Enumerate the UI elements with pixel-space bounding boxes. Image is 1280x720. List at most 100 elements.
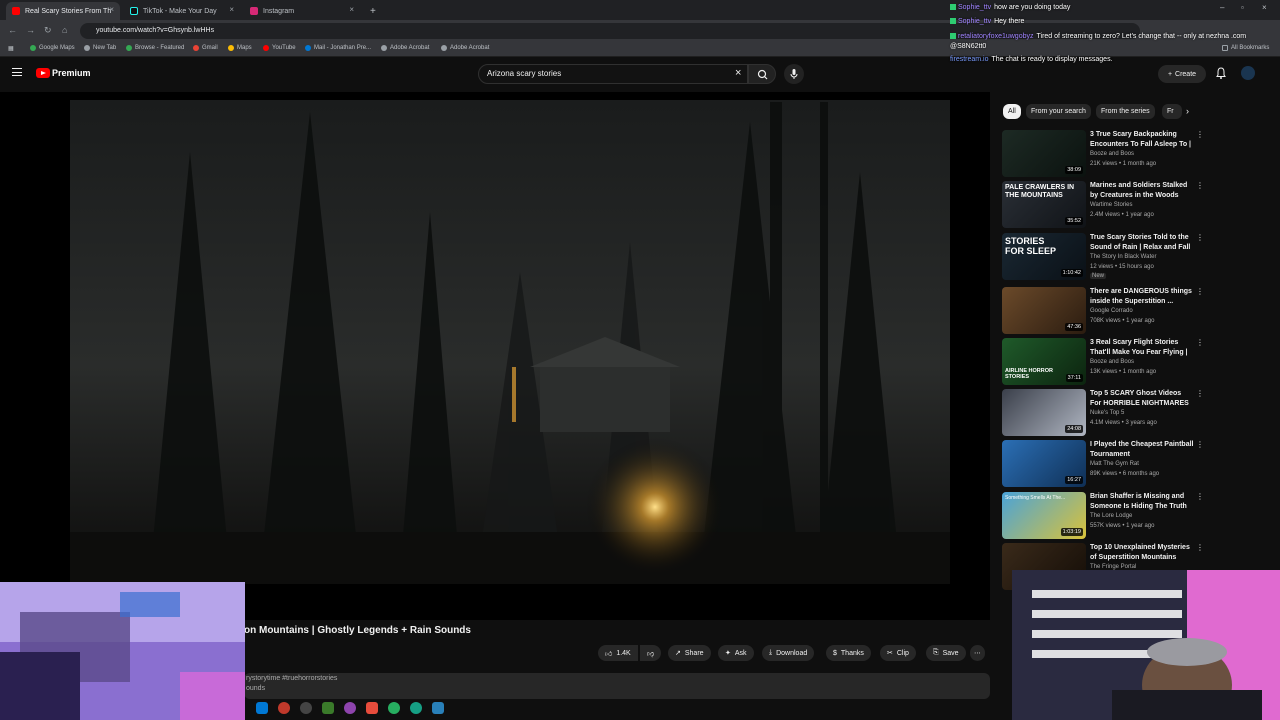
home-icon[interactable]: ⌂ [62, 25, 67, 35]
bookmark-maps[interactable]: Maps [228, 45, 252, 51]
video-title[interactable]: Top 10 Unexplained Mysteries of Supersti… [1090, 543, 1194, 562]
app-icon[interactable] [344, 702, 356, 714]
tab-close-icon[interactable]: × [349, 5, 354, 14]
thumbnail[interactable]: 24:08 [1002, 389, 1086, 436]
avatar[interactable] [1241, 66, 1255, 80]
list-item[interactable]: STORIES FOR SLEEP 1:10:42 True Scary Stor… [1002, 233, 1204, 283]
create-button[interactable]: + Create [1158, 65, 1206, 83]
more-icon[interactable]: ⋮ [1196, 492, 1204, 501]
tab-close-icon[interactable]: × [109, 5, 114, 14]
bookmark-mail[interactable]: Mail - Jonathan Pre... [305, 45, 371, 51]
youtube-logo-icon[interactable] [36, 68, 50, 78]
video-title[interactable]: Marines and Soldiers Stalked by Creature… [1090, 181, 1194, 200]
chrome-icon[interactable] [388, 702, 400, 714]
more-icon[interactable]: ⋮ [1196, 233, 1204, 242]
bell-icon[interactable] [1214, 66, 1228, 80]
list-item[interactable]: 47:36 There are DANGEROUS things inside … [1002, 287, 1204, 337]
thumbnail[interactable]: STORIES FOR SLEEP 1:10:42 [1002, 233, 1086, 280]
forward-icon[interactable]: → [26, 25, 35, 35]
list-item[interactable]: 16:27 I Played the Cheapest Paintball To… [1002, 440, 1204, 490]
thumbnail[interactable]: AIRLINE HORROR STORIES 37:11 [1002, 338, 1086, 385]
app-icon[interactable] [366, 702, 378, 714]
media-player-icon[interactable] [300, 702, 312, 714]
search-input[interactable]: Arizona scary stories × [478, 64, 748, 84]
back-icon[interactable]: ← [8, 25, 17, 35]
description-box[interactable] [244, 673, 990, 699]
more-icon[interactable]: ⋮ [1196, 543, 1204, 552]
list-item[interactable]: AIRLINE HORROR STORIES 37:11 3 Real Scary… [1002, 338, 1204, 388]
maximize-icon[interactable]: ▫ [1241, 3, 1244, 12]
more-icon[interactable]: ⋮ [1196, 389, 1204, 398]
channel-name[interactable]: Booze and Boos [1090, 359, 1134, 365]
tab-youtube[interactable]: Real Scary Stories From Th × [6, 2, 120, 20]
chip-from-your-search[interactable]: From your search [1026, 104, 1091, 119]
video-title[interactable]: 3 True Scary Backpacking Encounters To F… [1090, 130, 1194, 149]
app-icon[interactable] [410, 702, 422, 714]
channel-name[interactable]: Wartime Stories [1090, 202, 1132, 208]
more-icon[interactable]: ⋮ [1196, 287, 1204, 296]
chip-more[interactable]: Fr [1162, 104, 1182, 119]
list-item[interactable]: 38:09 3 True Scary Backpacking Encounter… [1002, 130, 1204, 180]
minimize-icon[interactable]: – [1220, 3, 1224, 12]
more-icon[interactable]: ⋮ [1196, 338, 1204, 347]
list-item[interactable]: PALE CRAWLERS IN THE MOUNTAINS 35:52 Mari… [1002, 181, 1204, 231]
ask-button[interactable]: ✦ Ask [718, 645, 754, 661]
dislike-button[interactable]: 👎︎ [640, 645, 662, 661]
clear-search-icon[interactable]: × [735, 67, 741, 79]
thumbnail[interactable]: 38:09 [1002, 130, 1086, 177]
tab-instagram[interactable]: Instagram × [244, 2, 360, 20]
refresh-icon[interactable]: ↻ [44, 25, 52, 36]
thanks-button[interactable]: $ Thanks [826, 645, 871, 661]
app-icon[interactable] [278, 702, 290, 714]
video-title[interactable]: There are DANGEROUS things inside the Su… [1090, 287, 1194, 306]
channel-name[interactable]: The Story In Black Water [1090, 254, 1156, 260]
save-button[interactable]: ⎘ Save [926, 645, 966, 661]
more-icon[interactable]: ⋮ [1196, 181, 1204, 190]
thumbnail[interactable]: 16:27 [1002, 440, 1086, 487]
channel-name[interactable]: Nuke's Top 5 [1090, 410, 1124, 416]
chip-from-the-series[interactable]: From the series [1096, 104, 1155, 119]
search-button[interactable] [748, 64, 776, 84]
video-title[interactable]: I Played the Cheapest Paintball Tourname… [1090, 440, 1194, 459]
video-player[interactable] [0, 92, 990, 620]
bookmark-google-maps[interactable]: Google Maps [30, 45, 75, 51]
more-icon[interactable]: ⋮ [1196, 130, 1204, 139]
video-title[interactable]: Brian Shaffer is Missing and Someone Is … [1090, 492, 1194, 511]
chip-all[interactable]: All [1003, 104, 1021, 119]
video-title[interactable]: Top 5 SCARY Ghost Videos For HORRIBLE NI… [1090, 389, 1194, 408]
thumbnail[interactable]: 47:36 [1002, 287, 1086, 334]
bookmark-new-tab[interactable]: New Tab [84, 45, 116, 51]
video-title[interactable]: 3 Real Scary Flight Stories That'll Make… [1090, 338, 1194, 357]
channel-name[interactable]: The Lore Lodge [1090, 513, 1132, 519]
tab-close-icon[interactable]: × [229, 5, 234, 14]
bookmark-gmail[interactable]: Gmail [193, 45, 218, 51]
app-icon[interactable] [322, 702, 334, 714]
window-close-icon[interactable]: × [1262, 3, 1267, 12]
more-icon[interactable]: ⋮ [1196, 440, 1204, 449]
chevron-right-icon[interactable]: › [1186, 106, 1189, 116]
share-button[interactable]: ↗ Share [668, 645, 711, 661]
bookmark-adobe-acrobat[interactable]: Adobe Acrobat [381, 45, 429, 51]
outlook-icon[interactable] [256, 702, 268, 714]
list-item[interactable]: 24:08 Top 5 SCARY Ghost Videos For HORRI… [1002, 389, 1204, 439]
list-item[interactable]: Something Smells At The... 1:03:19 Brian … [1002, 492, 1204, 542]
voice-search-button[interactable] [784, 64, 804, 84]
thumbnail[interactable]: Something Smells At The... 1:03:19 [1002, 492, 1086, 539]
video-title[interactable]: True Scary Stories Told to the Sound of … [1090, 233, 1194, 252]
menu-icon[interactable] [12, 68, 22, 76]
channel-name[interactable]: Matt The Gym Rat [1090, 461, 1139, 467]
apps-icon[interactable]: ▦ [8, 45, 14, 52]
app-icon[interactable] [432, 702, 444, 714]
channel-name[interactable]: Google Corrado [1090, 308, 1133, 314]
like-button[interactable]: 👍︎ 1.4K [598, 645, 638, 661]
more-actions-button[interactable]: ⋯ [970, 645, 985, 661]
new-tab-button[interactable]: + [364, 2, 378, 20]
bookmark-browse-featured[interactable]: Browse - Featured [126, 45, 184, 51]
channel-name[interactable]: Booze and Boos [1090, 151, 1134, 157]
bookmark-youtube[interactable]: YouTube [263, 45, 296, 51]
download-button[interactable]: ⤓ Download [762, 645, 815, 661]
clip-button[interactable]: ✂ Clip [880, 645, 916, 661]
thumbnail[interactable]: PALE CRAWLERS IN THE MOUNTAINS 35:52 [1002, 181, 1086, 228]
bookmark-adobe-acrobat-2[interactable]: Adobe Acrobat [441, 45, 489, 51]
tab-tiktok[interactable]: TikTok - Make Your Day × [124, 2, 240, 20]
